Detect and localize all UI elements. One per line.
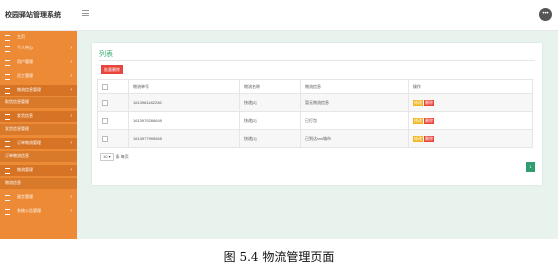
divider	[99, 60, 535, 61]
table-header-row: 物流单号 物流名称 物流信息 操作	[97, 79, 533, 94]
edit-button[interactable]: 修改	[413, 135, 423, 142]
pagination-page-button[interactable]: 1	[526, 162, 535, 172]
table-row: 1613981182236 快递[2] 暂无物流信息 修改 删除	[97, 93, 533, 112]
sidebar: 主页 个人中心 › 用户管理 › 员工管理 › 物流信息管理 › 取货信息管理 …	[0, 31, 77, 239]
logistics-table: 物流单号 物流名称 物流信息 操作 1613981182236 快递[2] 暂无…	[97, 79, 533, 148]
row-select-cell[interactable]	[97, 129, 129, 148]
card-title: 列表	[99, 51, 113, 58]
sidebar-item-staff[interactable]: 员工管理 ›	[0, 71, 77, 82]
tracking-number: 1613975266649	[128, 111, 240, 130]
logistics-name: 快递[2]	[239, 93, 301, 112]
truck-icon	[5, 168, 10, 174]
chevron-right-icon: ›	[70, 167, 72, 173]
sidebar-item-logistics-manage[interactable]: 物流管理 ›	[0, 165, 77, 176]
home-icon	[5, 35, 10, 41]
row-checkbox[interactable]	[102, 99, 108, 106]
app-title: 校园驿站管理系统	[5, 12, 61, 19]
menu-toggle-icon[interactable]	[82, 10, 89, 16]
sidebar-item-users[interactable]: 用户管理 ›	[0, 57, 77, 68]
sidebar-item-label: 用户管理	[17, 59, 33, 64]
sidebar-item-label: 发货信息	[17, 113, 33, 118]
row-actions: 修改 删除	[408, 93, 533, 112]
page-size-value: 10	[103, 154, 108, 159]
column-header: 物流信息	[300, 79, 409, 94]
sidebar-item-shipping[interactable]: 发货信息 ›	[0, 111, 77, 122]
chevron-right-icon: ›	[70, 87, 72, 93]
staff-icon	[5, 74, 10, 80]
delete-button[interactable]: 删除	[424, 135, 434, 142]
sidebar-subitem-label: 取货信息管理	[5, 99, 29, 104]
top-bar: 校园驿站管理系统 •••	[0, 0, 558, 31]
page-size-select[interactable]: 10 ▾	[100, 153, 114, 161]
chevron-right-icon: ›	[70, 113, 72, 119]
sidebar-item-home[interactable]: 主页	[0, 32, 77, 43]
chevron-right-icon: ›	[70, 140, 72, 146]
edit-button[interactable]: 修改	[413, 117, 423, 124]
user-icon	[5, 46, 10, 52]
users-icon	[5, 60, 10, 66]
row-actions: 修改 删除	[408, 129, 533, 148]
delete-button[interactable]: 删除	[424, 99, 434, 106]
sidebar-subitem-label: 订单物流信息	[5, 153, 29, 158]
select-all-checkbox[interactable]	[102, 83, 108, 90]
figure-caption: 图 5.4 物流管理页面	[223, 250, 335, 264]
sidebar-item-logistics-info[interactable]: 物流信息管理 ›	[0, 85, 77, 96]
chevron-right-icon: ›	[70, 208, 72, 214]
announcement-icon	[5, 209, 10, 215]
column-header: 物流单号	[128, 79, 240, 94]
sidebar-item-announcements[interactable]: 系统公告管理 ›	[0, 206, 77, 217]
table-row: 1613977995565 快递[1] 已到达xxx城市 修改 删除	[97, 129, 533, 148]
sidebar-subitem-order-logistics-info[interactable]: 订单物流信息	[0, 151, 77, 162]
sidebar-item-label: 物流信息管理	[17, 87, 41, 92]
row-checkbox[interactable]	[102, 117, 108, 124]
logistics-name: 快递[2]	[239, 111, 301, 130]
list-card: 列表 批量删除 物流单号 物流名称 物流信息 操作 1613981182236 …	[92, 43, 542, 185]
logistics-info: 已打包	[300, 111, 409, 130]
user-avatar[interactable]: •••	[539, 8, 552, 21]
column-header: 物流名称	[239, 79, 301, 94]
tracking-number: 1613977995565	[128, 129, 240, 148]
row-checkbox[interactable]	[102, 135, 108, 142]
order-icon	[5, 141, 10, 147]
logistics-info: 已到达xxx城市	[300, 129, 409, 148]
logistics-info: 暂无物流信息	[300, 93, 409, 112]
logistics-icon	[5, 88, 10, 94]
select-all-header[interactable]	[97, 79, 129, 94]
sidebar-subitem-label: 物流信息	[5, 180, 21, 185]
sidebar-subitem-pickup[interactable]: 取货信息管理	[0, 97, 77, 108]
sidebar-subitem-shipping-manage[interactable]: 发货信息管理	[0, 124, 77, 135]
row-select-cell[interactable]	[97, 111, 129, 130]
page-size-control: 10 ▾ 条 每页	[100, 153, 129, 161]
sidebar-item-profile[interactable]: 个人中心 ›	[0, 43, 77, 54]
chevron-right-icon: ›	[70, 45, 72, 51]
sidebar-item-label: 系统公告管理	[17, 208, 41, 213]
column-header: 操作	[408, 79, 533, 94]
edit-button[interactable]: 修改	[413, 99, 423, 106]
chevron-right-icon: ›	[70, 73, 72, 79]
delete-button[interactable]: 删除	[424, 117, 434, 124]
logistics-name: 快递[1]	[239, 129, 301, 148]
row-actions: 修改 删除	[408, 111, 533, 130]
table-row: 1613975266649 快递[2] 已打包 修改 删除	[97, 111, 533, 130]
sidebar-item-label: 留言管理	[17, 194, 33, 199]
sidebar-item-label: 个人中心	[17, 45, 33, 50]
tracking-number: 1613981182236	[128, 93, 240, 112]
chevron-right-icon: ›	[70, 194, 72, 200]
page-size-label: 条 每页	[115, 154, 129, 159]
chevron-right-icon: ›	[70, 59, 72, 65]
sidebar-item-label: 订单物流管理	[17, 140, 41, 145]
shipping-icon	[5, 114, 10, 120]
message-icon	[5, 195, 10, 201]
row-select-cell[interactable]	[97, 93, 129, 112]
sidebar-item-label: 物流管理	[17, 167, 33, 172]
sidebar-item-label: 员工管理	[17, 73, 33, 78]
sidebar-subitem-label: 发货信息管理	[5, 126, 29, 131]
sidebar-item-order-logistics[interactable]: 订单物流管理 ›	[0, 138, 77, 149]
sidebar-subitem-logistics[interactable]: 物流信息	[0, 178, 77, 189]
sidebar-item-messages[interactable]: 留言管理 ›	[0, 192, 77, 203]
sidebar-item-label: 主页	[17, 34, 25, 39]
batch-delete-button[interactable]: 批量删除	[101, 65, 123, 74]
